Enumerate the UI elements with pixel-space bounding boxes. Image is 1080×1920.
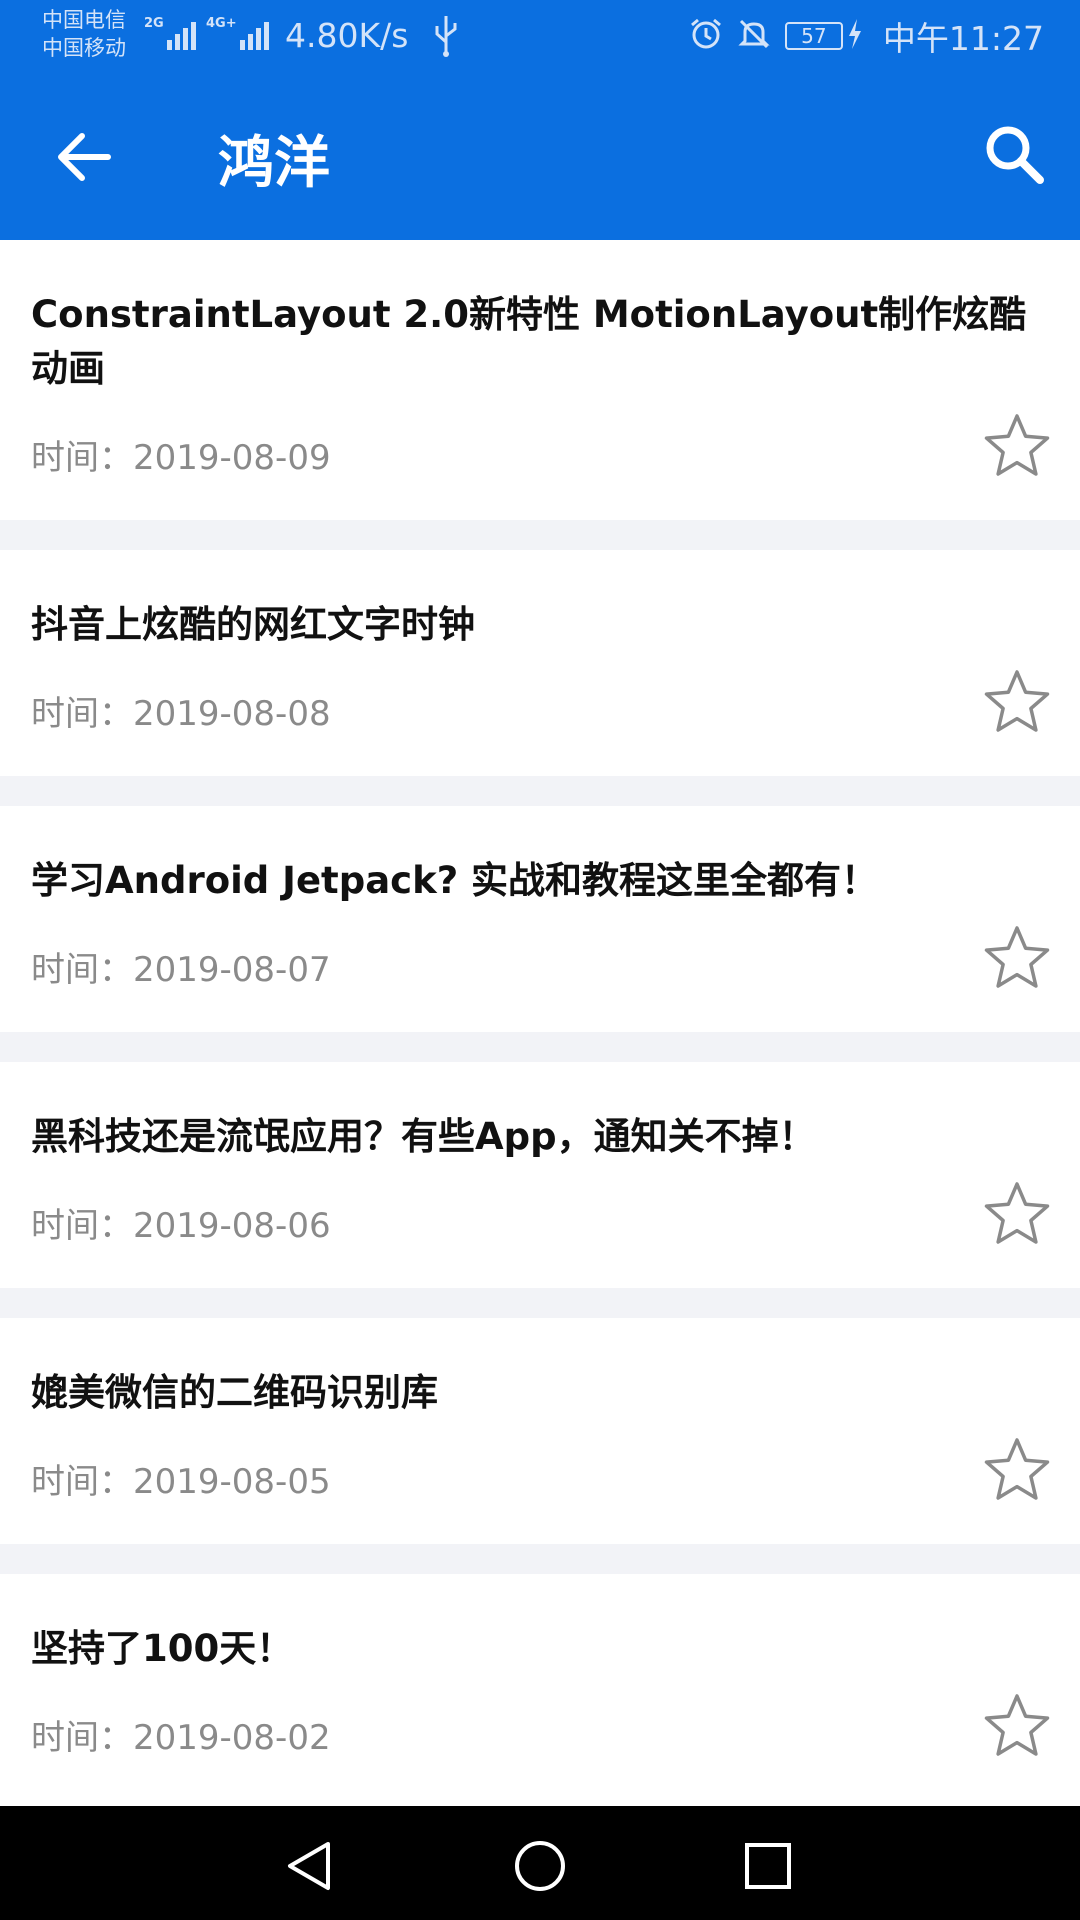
status-bar: 中国电信 中国移动 2G 4G+ 4.80K/s 57 中午11:27 xyxy=(0,0,1080,74)
article-date: 时间：2019-08-07 xyxy=(31,950,331,990)
battery-indicator: 57 xyxy=(784,22,843,50)
article-date: 时间：2019-08-02 xyxy=(31,1718,331,1758)
page-title: 鸿洋 xyxy=(218,131,330,196)
star-icon[interactable] xyxy=(982,1180,1052,1250)
status-right: 57 中午11:27 xyxy=(689,16,1044,58)
article-card[interactable]: ConstraintLayout 2.0新特性 MotionLayout制作炫酷… xyxy=(0,240,1080,520)
network-speed: 4.80K/s xyxy=(285,16,409,55)
article-title: ConstraintLayout 2.0新特性 MotionLayout制作炫酷… xyxy=(31,293,1027,390)
signal-2-icon: 4G+ xyxy=(206,16,272,50)
article-title: 坚持了100天！ xyxy=(31,1627,294,1670)
article-card[interactable]: 学习Android Jetpack? 实战和教程这里全都有！ 时间：2019-0… xyxy=(0,806,1080,1032)
back-button[interactable] xyxy=(50,124,120,190)
signal-1-icon: 2G xyxy=(144,16,199,50)
search-button[interactable] xyxy=(980,120,1050,190)
article-card[interactable]: 黑科技还是流氓应用？有些App，通知关不掉！ 时间：2019-08-06 xyxy=(0,1062,1080,1288)
star-icon[interactable] xyxy=(982,1436,1052,1506)
star-icon[interactable] xyxy=(982,924,1052,994)
article-title: 黑科技还是流氓应用？有些App，通知关不掉！ xyxy=(31,1115,816,1158)
arrow-back-icon xyxy=(58,133,111,181)
app-bar: 鸿洋 xyxy=(0,74,1080,240)
square-recents-icon[interactable] xyxy=(738,1836,798,1896)
article-card[interactable]: 抖音上炫酷的网红文字时钟 时间：2019-08-08 xyxy=(0,550,1080,776)
article-title: 媲美微信的二维码识别库 xyxy=(31,1371,438,1414)
article-date: 时间：2019-08-09 xyxy=(31,438,331,478)
system-nav-bar xyxy=(0,1806,1080,1920)
star-icon[interactable] xyxy=(982,668,1052,738)
triangle-back-icon[interactable] xyxy=(280,1836,340,1896)
article-title: 抖音上炫酷的网红文字时钟 xyxy=(31,603,475,646)
star-icon[interactable] xyxy=(982,412,1052,482)
usb-icon xyxy=(432,14,460,62)
clock: 中午11:27 xyxy=(882,19,1044,58)
carrier-1: 中国电信 xyxy=(42,8,126,32)
article-date: 时间：2019-08-06 xyxy=(31,1206,331,1246)
alarm-icon xyxy=(689,17,723,55)
carrier-2: 中国移动 xyxy=(42,36,126,60)
article-card[interactable]: 坚持了100天！ 时间：2019-08-02 xyxy=(0,1574,1080,1806)
charging-icon xyxy=(847,19,863,53)
mute-icon xyxy=(737,17,771,55)
article-date: 时间：2019-08-08 xyxy=(31,694,331,734)
article-card[interactable]: 媲美微信的二维码识别库 时间：2019-08-05 xyxy=(0,1318,1080,1544)
article-date: 时间：2019-08-05 xyxy=(31,1462,331,1502)
article-title: 学习Android Jetpack? 实战和教程这里全都有！ xyxy=(31,859,879,902)
circle-home-icon[interactable] xyxy=(510,1836,570,1896)
carrier-labels: 中国电信 中国移动 xyxy=(42,6,126,62)
search-icon xyxy=(986,126,1044,184)
star-icon[interactable] xyxy=(982,1692,1052,1762)
